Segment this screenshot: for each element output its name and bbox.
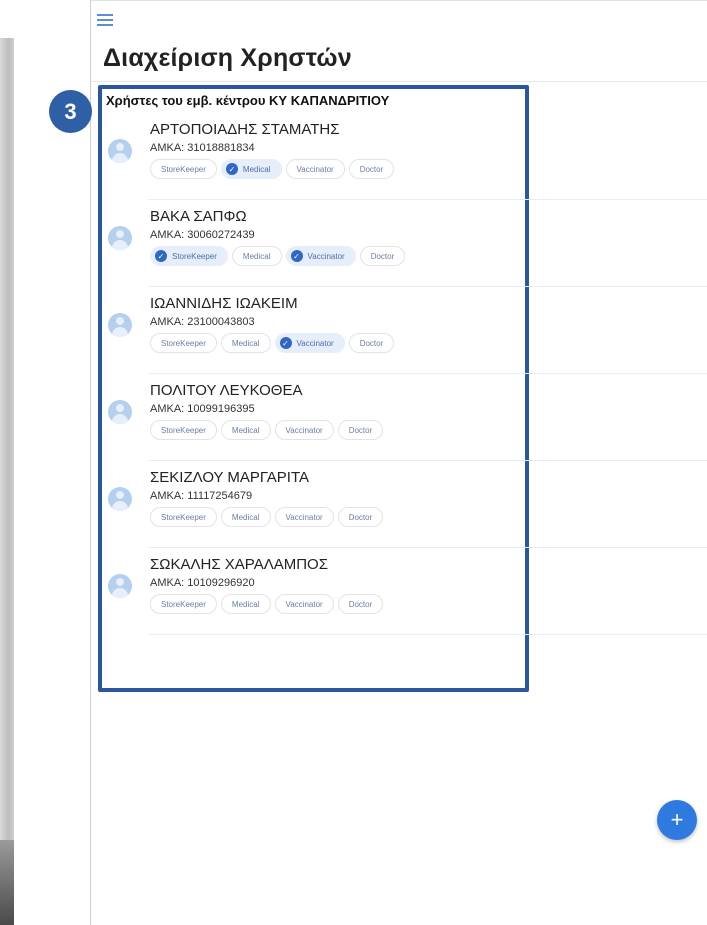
role-chip-storekeeper[interactable]: ✓ StoreKeeper [150, 246, 228, 266]
role-chip-vaccinator[interactable]: Vaccinator [274, 420, 334, 440]
role-chip-label: StoreKeeper [161, 425, 206, 435]
user-name: ΣΩΚΑΛΗΣ ΧΑΡΑΛΑΜΠΟΣ [150, 556, 328, 573]
role-chip-group: StoreKeeper Medical ✓ Vaccinator Doctor [150, 333, 395, 353]
role-chip-storekeeper[interactable]: StoreKeeper [150, 420, 217, 440]
plus-icon: + [670, 807, 684, 832]
user-amka: ΑΜΚΑ: 11117254679 [150, 490, 253, 502]
user-amka: ΑΜΚΑ: 30060272439 [150, 229, 255, 241]
role-chip-label: Medical [242, 251, 271, 261]
role-chip-label: Medical [231, 599, 260, 609]
role-chip-group: StoreKeeper ✓ Medical Vaccinator Doctor [150, 159, 395, 179]
role-chip-group: StoreKeeper Medical Vaccinator Doctor [150, 594, 384, 614]
role-chip-group: StoreKeeper Medical Vaccinator Doctor [150, 507, 384, 527]
row-divider [148, 373, 707, 374]
role-chip-label: Vaccinator [296, 164, 334, 174]
role-chip-vaccinator[interactable]: ✓ Vaccinator [285, 246, 356, 266]
role-chip-label: Medical [231, 512, 260, 522]
role-chip-doctor[interactable]: Doctor [359, 246, 406, 266]
role-chip-label: Medical [242, 164, 271, 174]
role-chip-group: StoreKeeper Medical Vaccinator Doctor [150, 420, 384, 440]
user-amka: ΑΜΚΑ: 23100043803 [150, 316, 255, 328]
role-chip-medical[interactable]: Medical [220, 507, 271, 527]
avatar-icon [108, 139, 132, 163]
left-window-edge [0, 38, 14, 925]
user-name: ΒΑΚΑ ΣΑΠΦΩ [150, 208, 247, 225]
check-icon: ✓ [279, 337, 292, 349]
role-chip-medical[interactable]: Medical [220, 333, 271, 353]
user-list-item[interactable]: ΣΕΚΙΖΛΟΥ ΜΑΡΓΑΡΙΤΑ ΑΜΚΑ: 11117254679 Store… [104, 464, 707, 551]
role-chip-doctor[interactable]: Doctor [348, 159, 395, 179]
user-name: ΑΡΤΟΠΟΙΑΔΗΣ ΣΤΑΜΑΤΗΣ [150, 121, 340, 138]
role-chip-label: StoreKeeper [161, 164, 206, 174]
role-chip-label: Vaccinator [307, 251, 345, 261]
user-name: ΙΩΑΝΝΙΔΗΣ ΙΩΑΚΕΙΜ [150, 295, 298, 312]
row-divider [148, 286, 707, 287]
row-divider [148, 547, 707, 548]
role-chip-label: Doctor [348, 599, 373, 609]
row-divider [148, 460, 707, 461]
role-chip-storekeeper[interactable]: StoreKeeper [150, 507, 217, 527]
user-list-item[interactable]: ΒΑΚΑ ΣΑΠΦΩ ΑΜΚΑ: 30060272439 ✓ StoreKeeper M… [104, 203, 707, 290]
row-divider [148, 634, 707, 635]
user-list-item[interactable]: ΑΡΤΟΠΟΙΑΔΗΣ ΣΤΑΜΑΤΗΣ ΑΜΚΑ: 31018881834 Sto… [104, 116, 707, 203]
user-amka: ΑΜΚΑ: 10099196395 [150, 403, 255, 415]
left-window-edge-shadow [0, 840, 14, 925]
role-chip-medical[interactable]: Medical [220, 594, 271, 614]
check-icon: ✓ [225, 163, 238, 175]
role-chip-label: Vaccinator [285, 425, 323, 435]
role-chip-doctor[interactable]: Doctor [348, 333, 395, 353]
role-chip-doctor[interactable]: Doctor [337, 594, 384, 614]
role-chip-storekeeper[interactable]: StoreKeeper [150, 159, 217, 179]
avatar-icon [108, 487, 132, 511]
add-user-button[interactable]: + [657, 800, 697, 840]
role-chip-label: Doctor [348, 425, 373, 435]
role-chip-vaccinator[interactable]: Vaccinator [274, 507, 334, 527]
role-chip-medical[interactable]: Medical [231, 246, 282, 266]
role-chip-label: StoreKeeper [161, 599, 206, 609]
role-chip-label: Doctor [359, 338, 384, 348]
role-chip-doctor[interactable]: Doctor [337, 507, 384, 527]
role-chip-label: StoreKeeper [161, 512, 206, 522]
section-heading: Χρήστες του εμβ. κέντρου ΚΥ ΚΑΠΑΝΔΡΙΤΙΟΥ [106, 93, 390, 108]
role-chip-label: Vaccinator [285, 512, 323, 522]
role-chip-vaccinator[interactable]: Vaccinator [285, 159, 345, 179]
hamburger-menu-icon[interactable] [97, 14, 113, 26]
role-chip-medical[interactable]: Medical [220, 420, 271, 440]
row-divider [148, 199, 707, 200]
page-title: Διαχείριση Χρηστών [103, 44, 352, 72]
user-amka: ΑΜΚΑ: 31018881834 [150, 142, 255, 154]
title-divider [91, 81, 707, 82]
role-chip-label: Doctor [348, 512, 373, 522]
check-icon: ✓ [290, 250, 303, 262]
user-name: ΠΟΛΙΤΟΥ ΛΕΥΚΟΘΕΑ [150, 382, 303, 399]
user-name: ΣΕΚΙΖΛΟΥ ΜΑΡΓΑΡΙΤΑ [150, 469, 310, 486]
avatar-icon [108, 313, 132, 337]
role-chip-group: ✓ StoreKeeper Medical ✓ Vaccinator Doctor [150, 246, 406, 266]
role-chip-storekeeper[interactable]: StoreKeeper [150, 333, 217, 353]
role-chip-label: StoreKeeper [161, 338, 206, 348]
role-chip-label: Medical [231, 425, 260, 435]
role-chip-vaccinator[interactable]: ✓ Vaccinator [274, 333, 345, 353]
user-list-item[interactable]: ΙΩΑΝΝΙΔΗΣ ΙΩΑΚΕΙΜ ΑΜΚΑ: 23100043803 StoreK… [104, 290, 707, 377]
avatar-icon [108, 400, 132, 424]
role-chip-label: Medical [231, 338, 260, 348]
user-list: ΑΡΤΟΠΟΙΑΔΗΣ ΣΤΑΜΑΤΗΣ ΑΜΚΑ: 31018881834 Sto… [104, 116, 707, 638]
role-chip-label: Vaccinator [296, 338, 334, 348]
role-chip-label: Doctor [370, 251, 395, 261]
user-list-item[interactable]: ΣΩΚΑΛΗΣ ΧΑΡΑΛΑΜΠΟΣ ΑΜΚΑ: 10109296920 Store… [104, 551, 707, 638]
role-chip-doctor[interactable]: Doctor [337, 420, 384, 440]
user-list-item[interactable]: ΠΟΛΙΤΟΥ ΛΕΥΚΟΘΕΑ ΑΜΚΑ: 10099196395 StoreKe… [104, 377, 707, 464]
check-icon: ✓ [155, 250, 167, 262]
step-number-badge: 3 [49, 90, 92, 133]
avatar-icon [108, 574, 132, 598]
role-chip-medical[interactable]: ✓ Medical [220, 159, 282, 179]
role-chip-label: Doctor [359, 164, 384, 174]
role-chip-label: Vaccinator [285, 599, 323, 609]
avatar-icon [108, 226, 132, 250]
role-chip-storekeeper[interactable]: StoreKeeper [150, 594, 217, 614]
user-amka: ΑΜΚΑ: 10109296920 [150, 577, 255, 589]
role-chip-label: StoreKeeper [172, 251, 217, 261]
role-chip-vaccinator[interactable]: Vaccinator [274, 594, 334, 614]
